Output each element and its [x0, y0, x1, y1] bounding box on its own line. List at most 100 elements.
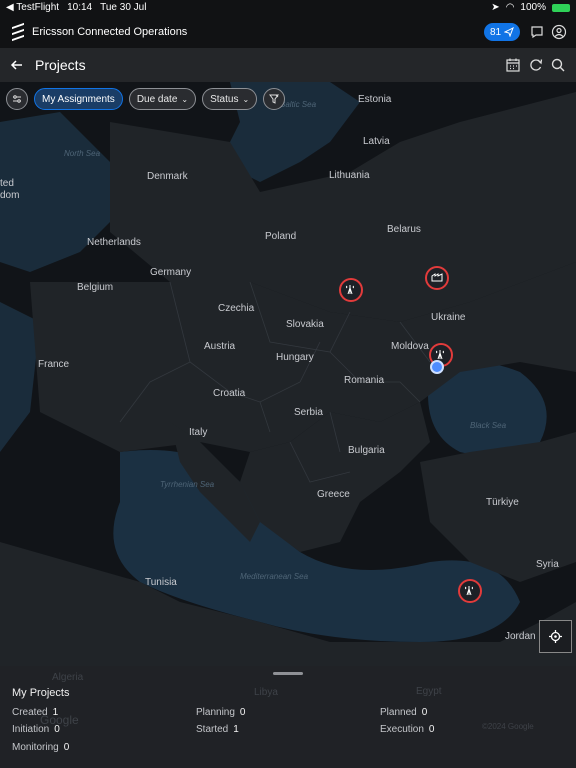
- stat-initiation-label: Initiation: [12, 724, 50, 735]
- label-france: France: [38, 359, 70, 370]
- app-header: Ericsson Connected Operations 81: [0, 16, 576, 48]
- status-label: Status: [210, 93, 239, 105]
- status-time: 10:14: [67, 2, 93, 13]
- sliders-icon: [13, 95, 21, 103]
- label-slovakia: Slovakia: [286, 319, 324, 330]
- stat-monitoring: Monitoring 0: [12, 742, 69, 753]
- label-poland: Poland: [265, 231, 297, 242]
- page-header: Projects: [0, 48, 576, 82]
- label-tyrrhenian-sea: Tyrrhenian Sea: [160, 480, 215, 489]
- label-czechia: Czechia: [218, 303, 255, 314]
- label-lithuania: Lithuania: [329, 170, 370, 181]
- label-ukraine: Ukraine: [431, 312, 466, 323]
- wifi-icon: ◠: [505, 2, 515, 13]
- chevron-down-icon: ⌄: [181, 94, 189, 104]
- refresh-icon[interactable]: [528, 57, 544, 73]
- label-latvia: Latvia: [363, 136, 390, 147]
- crosshair-icon: [549, 630, 562, 643]
- status-date: Tue 30 Jul: [100, 2, 147, 13]
- antenna-tower-icon: [465, 586, 473, 596]
- stat-planning: Planning 0: [196, 707, 245, 718]
- calendar-icon[interactable]: [505, 57, 521, 73]
- stat-execution-value: 0: [428, 724, 435, 735]
- current-location-dot: [430, 360, 444, 374]
- label-denmark: Denmark: [147, 171, 188, 182]
- label-uk-partial-2: dom: [0, 190, 20, 201]
- stat-initiation: Initiation 0: [12, 724, 60, 735]
- label-germany: Germany: [150, 267, 192, 278]
- label-mediterranean-sea: Mediterranean Sea: [240, 572, 309, 581]
- locate-me-button[interactable]: [539, 620, 572, 653]
- project-marker-tower[interactable]: [339, 278, 363, 302]
- stat-created: Created 1: [12, 707, 58, 718]
- stat-created-value: 1: [52, 707, 59, 718]
- site-building-icon: [431, 273, 443, 282]
- notifications-count: 81: [489, 26, 502, 38]
- map-attribution: ©2024 Google: [482, 722, 534, 731]
- page-title: Projects: [35, 57, 86, 73]
- label-black-sea: Black Sea: [470, 421, 507, 430]
- search-icon[interactable]: [550, 57, 566, 73]
- stat-planned-value: 0: [421, 707, 428, 718]
- stat-execution: Execution 0: [380, 724, 434, 735]
- profile-icon[interactable]: [551, 24, 567, 40]
- notifications-button[interactable]: 81: [484, 23, 520, 41]
- due-date-label: Due date: [136, 93, 178, 105]
- project-marker-site[interactable]: [425, 266, 449, 290]
- stat-execution-label: Execution: [380, 724, 424, 735]
- label-romania: Romania: [344, 375, 385, 386]
- label-netherlands: Netherlands: [87, 237, 141, 248]
- label-serbia: Serbia: [294, 407, 323, 418]
- stat-initiation-value: 0: [54, 724, 60, 735]
- label-italy: Italy: [189, 427, 208, 438]
- my-projects-sheet[interactable]: Algeria Libya Egypt Google ©2024 Google …: [0, 666, 576, 768]
- label-tunisia: Tunisia: [145, 577, 177, 588]
- my-projects-title: My Projects: [12, 687, 70, 699]
- label-algeria: Algeria: [52, 672, 84, 683]
- label-greece: Greece: [317, 489, 350, 500]
- label-estonia: Estonia: [358, 94, 392, 105]
- ericsson-logo-icon: [12, 22, 24, 42]
- label-syria: Syria: [536, 559, 559, 570]
- stat-monitoring-value: 0: [63, 742, 70, 753]
- stat-planning-value: 0: [239, 707, 246, 718]
- label-moldova: Moldova: [391, 341, 429, 352]
- clear-filter-button[interactable]: [263, 88, 286, 110]
- project-marker-tower[interactable]: [458, 579, 482, 603]
- antenna-tower-icon: [346, 285, 354, 295]
- label-uk-partial-1: ted: [0, 178, 14, 189]
- back-to-app-link[interactable]: ◀ TestFlight: [6, 2, 59, 13]
- filter-bar: My Assignments Due date ⌄ Status ⌄: [6, 88, 286, 110]
- app-title: Ericsson Connected Operations: [32, 26, 188, 38]
- send-icon: [504, 27, 514, 37]
- location-icon: ➤: [491, 2, 500, 13]
- back-arrow-icon[interactable]: [9, 57, 25, 73]
- stat-started-value: 1: [233, 724, 239, 735]
- label-turkiye: Türkiye: [486, 497, 519, 508]
- due-date-dropdown[interactable]: Due date ⌄: [128, 88, 197, 110]
- label-croatia: Croatia: [213, 388, 246, 399]
- status-dropdown[interactable]: Status ⌄: [202, 88, 258, 110]
- filter-clear-icon: [269, 94, 280, 104]
- label-baltic-sea: Baltic Sea: [280, 100, 317, 109]
- stat-planned: Planned 0: [380, 707, 427, 718]
- battery-icon: [552, 3, 570, 12]
- chevron-down-icon: ⌄: [242, 94, 250, 104]
- label-egypt: Egypt: [416, 686, 442, 697]
- stat-monitoring-label: Monitoring: [12, 742, 59, 753]
- stat-planning-label: Planning: [196, 707, 235, 718]
- sheet-drag-handle[interactable]: [273, 672, 303, 675]
- stat-started-label: Started: [196, 724, 229, 735]
- label-hungary: Hungary: [276, 352, 314, 363]
- label-jordan: Jordan: [505, 631, 536, 642]
- my-assignments-label: My Assignments: [42, 93, 115, 105]
- label-belarus: Belarus: [387, 224, 421, 235]
- projects-map[interactable]: Estonia Latvia Lithuania Denmark Belarus…: [0, 82, 576, 666]
- stat-created-label: Created: [12, 707, 48, 718]
- label-north-sea: North Sea: [64, 149, 101, 158]
- my-assignments-chip[interactable]: My Assignments: [34, 88, 123, 110]
- label-belgium: Belgium: [77, 282, 114, 293]
- chat-icon[interactable]: [529, 24, 545, 40]
- stat-started: Started 1: [196, 724, 239, 735]
- filter-settings-button[interactable]: [6, 88, 28, 110]
